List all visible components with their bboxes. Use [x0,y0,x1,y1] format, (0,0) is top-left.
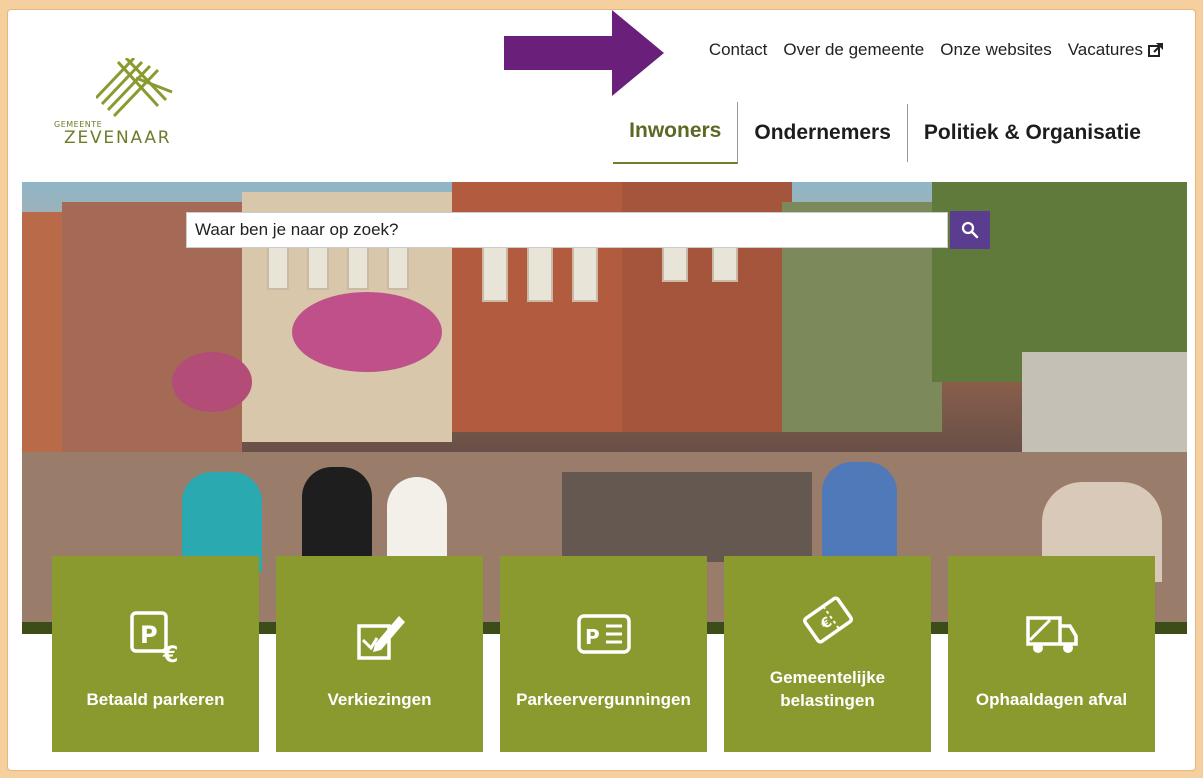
search-input[interactable] [186,212,948,248]
tile-label: Ophaaldagen afval [975,690,1128,709]
parking-permit-icon: P [576,614,631,654]
svg-text:€: € [817,614,835,633]
tax-ticket-icon: € [802,596,853,644]
hero-flower-basket [172,352,252,412]
external-link-icon [1148,42,1163,57]
tile-betaald-parkeren[interactable]: P € Betaald parkeren [52,556,259,752]
annotation-arrow-icon [504,10,664,96]
tab-ondernemers[interactable]: Ondernemers [738,102,907,164]
quick-links: P € Betaald parkeren Verkiezingen P Park… [52,556,1155,752]
tile-parkeervergunningen[interactable]: P Parkeervergunningen [500,556,707,752]
hero-window [307,242,329,290]
hero-window [347,242,369,290]
parking-euro-icon: P € [129,611,178,664]
hero-flower-basket [292,292,442,372]
page-frame: GEMEENTE ZEVENAAR Contact Over de gemeen… [8,10,1195,770]
utility-nav: Contact Over de gemeente Onze websites V… [709,40,1163,60]
svg-text:€: € [162,643,178,664]
svg-text:P: P [585,625,600,649]
tile-label: Parkeervergunningen [516,690,691,709]
nav-link-onze-websites[interactable]: Onze websites [940,40,1052,60]
tile-ophaaldagen-afval[interactable]: Ophaaldagen afval [948,556,1155,752]
logo-big-text: ZEVENAAR [64,128,172,148]
tile-verkiezingen[interactable]: Verkiezingen [276,556,483,752]
garbage-truck-icon [1025,616,1078,653]
tile-label: Betaald parkeren [86,690,225,709]
search-button[interactable] [950,211,990,249]
hero-building [1022,352,1187,462]
site-logo[interactable]: GEMEENTE ZEVENAAR [52,56,182,156]
nav-link-vacatures[interactable]: Vacatures [1068,40,1163,60]
hero-bicycles [562,472,812,562]
tile-gemeentelijke-belastingen[interactable]: € Gemeentelijke belastingen [724,556,931,752]
hero-window [387,242,409,290]
ballot-icon [356,616,405,660]
tab-politiek-organisatie[interactable]: Politiek & Organisatie [908,102,1157,164]
search-icon [961,221,979,239]
nav-link-vacatures-label: Vacatures [1067,40,1143,59]
tile-label: Verkiezingen [327,690,432,709]
nav-link-over-de-gemeente[interactable]: Over de gemeente [783,40,924,60]
tab-inwoners[interactable]: Inwoners [613,102,739,164]
logo-mark-icon [96,58,173,118]
main-nav: Inwoners Ondernemers Politiek & Organisa… [613,102,1157,164]
svg-text:P: P [140,621,158,649]
tile-label: Gemeentelijke belastingen [769,668,886,710]
nav-link-contact[interactable]: Contact [709,40,768,60]
hero-window [267,242,289,290]
